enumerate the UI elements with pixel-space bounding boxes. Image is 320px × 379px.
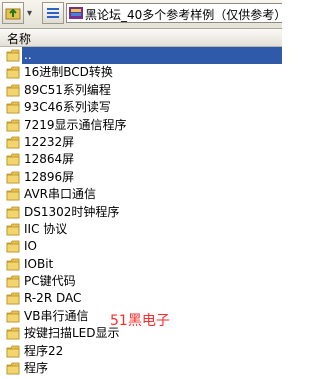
watermark: 51黑电子 — [110, 313, 170, 329]
list-item[interactable]: 12232屏 — [0, 134, 282, 151]
list-item[interactable]: .. — [0, 47, 282, 64]
folder-icon — [6, 223, 20, 236]
folder-icon — [6, 275, 20, 288]
view-button[interactable] — [42, 2, 64, 24]
folder-icon — [6, 171, 20, 184]
list-item-label: 93C46系列读写 — [24, 100, 111, 115]
toolbar: ▾ 黑论坛_40多个参考样例（仅供参考）.ra — [0, 0, 282, 29]
list-item[interactable]: 12896屏 — [0, 169, 282, 186]
list-item-label: 按键扫描LED显示 — [24, 326, 120, 341]
list-item[interactable]: 93C46系列读写 — [0, 99, 282, 116]
list-item-label: IOBit — [24, 256, 54, 271]
folder-icon — [6, 327, 20, 340]
list-item-label: 7219显示通信程序 — [24, 117, 127, 132]
folder-icon — [6, 240, 20, 253]
up-folder-icon — [5, 8, 21, 20]
list-item[interactable]: 89C51系列编程 — [0, 82, 282, 99]
list-item[interactable]: R-2R DAC — [0, 290, 282, 307]
list-item-label: R-2R DAC — [24, 291, 82, 306]
list-item-label: IO — [24, 239, 37, 254]
list-item[interactable]: IO — [0, 238, 282, 255]
list-item[interactable]: 16进制BCD转换 — [0, 64, 282, 81]
folder-icon — [6, 84, 20, 97]
list-item-label: 89C51系列编程 — [24, 82, 111, 97]
list-item-label: 16进制BCD转换 — [24, 65, 113, 80]
folder-icon — [6, 345, 20, 358]
list-item-label: .. — [22, 47, 282, 64]
list-item[interactable]: IOBit — [0, 256, 282, 273]
list-item[interactable]: 程序22 — [0, 343, 282, 360]
list-item[interactable]: PC键代码 — [0, 273, 282, 290]
archive-icon — [69, 7, 83, 19]
list-item-label: DS1302时钟程序 — [24, 204, 120, 219]
folder-icon — [6, 101, 20, 114]
folder-icon — [6, 293, 20, 305]
list-item-label: VB串行通信 — [24, 308, 89, 323]
path-field[interactable]: 黑论坛_40多个参考样例（仅供参考）.ra — [66, 3, 282, 23]
folder-icon — [6, 66, 20, 79]
path-text: 黑论坛_40多个参考样例（仅供参考）.ra — [85, 8, 282, 22]
list-item-label: 12232屏 — [24, 134, 75, 149]
list-item-label: IIC 协议 — [24, 221, 68, 236]
list-item-label: PC键代码 — [24, 274, 76, 289]
up-folder-button[interactable] — [2, 2, 24, 24]
folder-icon — [6, 258, 20, 271]
list-item[interactable]: 7219显示通信程序 — [0, 117, 282, 134]
name-column-header[interactable]: 名称 — [7, 30, 31, 47]
folder-icon — [6, 49, 20, 62]
list-item-label: 程序 — [24, 361, 49, 376]
folder-icon — [6, 362, 20, 375]
folder-icon — [6, 206, 20, 218]
folder-icon — [6, 136, 20, 149]
list-item[interactable]: AVR串口通信 — [0, 186, 282, 203]
list-item[interactable]: IIC 协议 — [0, 221, 282, 238]
list-item-label: 程序22 — [24, 343, 64, 358]
folder-icon — [6, 188, 20, 201]
chevron-down-icon[interactable]: ▾ — [27, 8, 32, 19]
folder-icon — [6, 310, 20, 323]
list-view-icon — [47, 8, 59, 18]
column-header[interactable]: 名称 — [0, 29, 282, 47]
list-item[interactable]: DS1302时钟程序 — [0, 204, 282, 221]
list-item-label: 12896屏 — [24, 169, 75, 184]
list-item[interactable]: 程序 — [0, 360, 282, 377]
list-item[interactable]: 12864屏 — [0, 151, 282, 168]
folder-icon — [6, 153, 20, 166]
list-item-label: AVR串口通信 — [24, 187, 96, 202]
folder-icon — [6, 119, 20, 131]
list-item-label: 12864屏 — [24, 152, 75, 167]
